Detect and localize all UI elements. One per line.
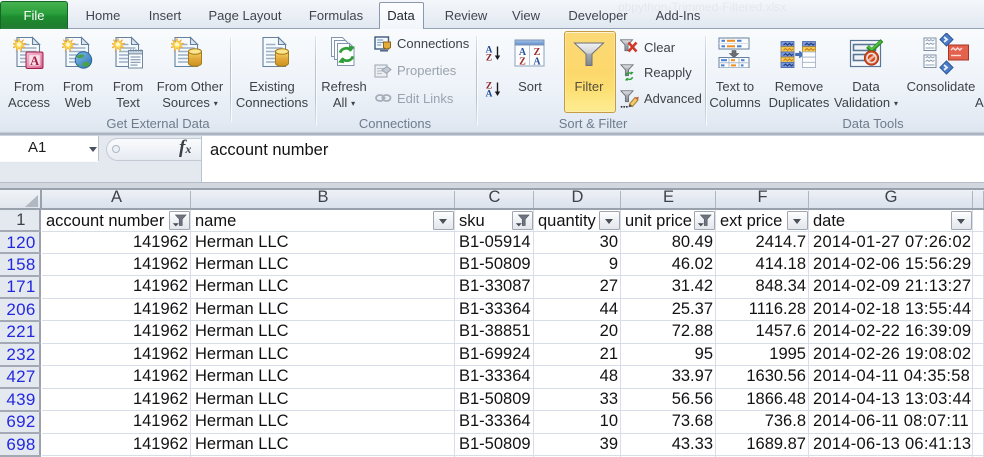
svg-text:A: A xyxy=(533,57,541,68)
svg-text:A: A xyxy=(486,90,493,98)
svg-text:Z: Z xyxy=(519,57,526,68)
svg-text:A: A xyxy=(30,54,39,68)
svg-text:Z: Z xyxy=(486,54,492,62)
